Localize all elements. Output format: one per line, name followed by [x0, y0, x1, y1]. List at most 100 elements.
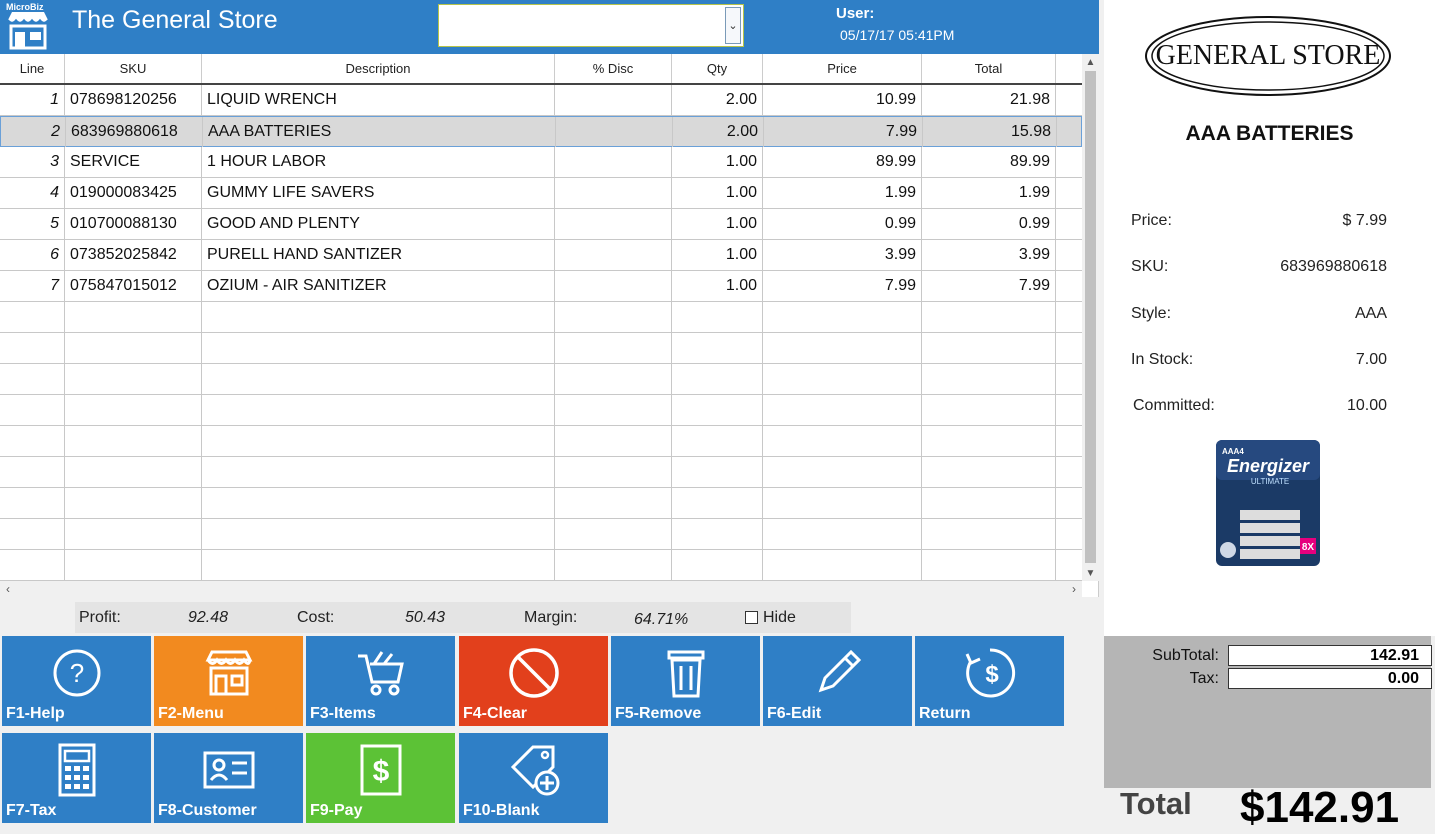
cell-disc[interactable]	[555, 488, 672, 518]
cell-sku[interactable]	[65, 457, 202, 487]
scroll-up-icon[interactable]: ▲	[1082, 54, 1099, 70]
cell-sku[interactable]	[65, 364, 202, 394]
cell-qty[interactable]	[672, 550, 763, 580]
cell-qty[interactable]	[672, 519, 763, 549]
cell-sku[interactable]	[65, 395, 202, 425]
cell-disc[interactable]	[555, 271, 672, 301]
cell-qty[interactable]: 1.00	[672, 271, 763, 301]
cell-sku[interactable]	[65, 550, 202, 580]
f1-help-button[interactable]: ? F1-Help	[2, 636, 151, 726]
cell-disc[interactable]	[555, 457, 672, 487]
cell-description[interactable]: GUMMY LIFE SAVERS	[202, 178, 555, 208]
cell-price[interactable]	[763, 426, 922, 456]
cell-price[interactable]: 1.99	[763, 178, 922, 208]
transaction-grid[interactable]: Line SKU Description % Disc Qty Price To…	[0, 54, 1099, 597]
cell-qty[interactable]	[672, 302, 763, 332]
table-row[interactable]: 4 019000083425 GUMMY LIFE SAVERS 1.00 1.99 1.…	[0, 178, 1082, 209]
cell-description[interactable]: OZIUM - AIR SANITIZER	[202, 271, 555, 301]
empty-table-row[interactable]	[0, 519, 1082, 550]
cell-line[interactable]	[0, 550, 65, 580]
cell-description[interactable]	[202, 333, 555, 363]
cell-total[interactable]	[922, 488, 1056, 518]
cell-total[interactable]	[922, 395, 1056, 425]
cell-description[interactable]	[202, 550, 555, 580]
cell-total[interactable]: 0.99	[922, 209, 1056, 239]
hide-checkbox[interactable]	[745, 611, 758, 624]
column-header-qty[interactable]: Qty	[672, 54, 763, 83]
cell-price[interactable]	[763, 395, 922, 425]
cell-qty[interactable]	[672, 364, 763, 394]
cell-disc[interactable]	[555, 178, 672, 208]
column-header-sku[interactable]: SKU	[65, 54, 202, 83]
table-row[interactable]: 6 073852025842 PURELL HAND SANTIZER 1.00 3.9…	[0, 240, 1082, 271]
cell-description[interactable]	[202, 519, 555, 549]
cell-sku[interactable]: 683969880618	[66, 117, 203, 147]
vertical-scrollbar[interactable]: ▲ ▼	[1082, 54, 1099, 581]
cell-line[interactable]	[0, 488, 65, 518]
f7-tax-button[interactable]: F7-Tax	[2, 733, 151, 823]
cell-total[interactable]: 89.99	[922, 147, 1056, 177]
cell-price[interactable]: 7.99	[763, 271, 922, 301]
cell-sku[interactable]: SERVICE	[65, 147, 202, 177]
cell-total[interactable]	[922, 364, 1056, 394]
table-row[interactable]: 7 075847015012 OZIUM - AIR SANITIZER 1.00 7.…	[0, 271, 1082, 302]
cell-disc[interactable]	[555, 240, 672, 270]
cell-total[interactable]: 1.99	[922, 178, 1056, 208]
cell-sku[interactable]	[65, 302, 202, 332]
cell-description[interactable]	[202, 426, 555, 456]
cell-qty[interactable]	[672, 457, 763, 487]
cell-qty[interactable]	[672, 426, 763, 456]
empty-table-row[interactable]	[0, 550, 1082, 581]
hide-label[interactable]: Hide	[763, 609, 796, 627]
cell-line[interactable]	[0, 333, 65, 363]
cell-qty[interactable]: 2.00	[673, 117, 764, 147]
cell-description[interactable]: AAA BATTERIES	[203, 117, 556, 147]
table-row[interactable]: 1 078698120256 LIQUID WRENCH 2.00 10.99 21.98	[0, 85, 1082, 116]
table-row[interactable]: 5 010700088130 GOOD AND PLENTY 1.00 0.99 0.99	[0, 209, 1082, 240]
cell-qty[interactable]: 2.00	[672, 85, 763, 115]
cell-disc[interactable]	[555, 85, 672, 115]
cell-line[interactable]	[0, 457, 65, 487]
cell-total[interactable]	[922, 550, 1056, 580]
cell-description[interactable]: 1 HOUR LABOR	[202, 147, 555, 177]
cell-total[interactable]: 3.99	[922, 240, 1056, 270]
cell-price[interactable]	[763, 550, 922, 580]
cell-sku[interactable]: 010700088130	[65, 209, 202, 239]
cell-line[interactable]	[0, 395, 65, 425]
f3-items-button[interactable]: F3-Items	[306, 636, 455, 726]
cell-line[interactable]: 4	[0, 178, 65, 208]
cell-price[interactable]	[763, 519, 922, 549]
cell-sku[interactable]: 075847015012	[65, 271, 202, 301]
cell-price[interactable]: 3.99	[763, 240, 922, 270]
cell-total[interactable]	[922, 302, 1056, 332]
cell-description[interactable]	[202, 457, 555, 487]
cell-line[interactable]: 6	[0, 240, 65, 270]
cell-sku[interactable]	[65, 519, 202, 549]
cell-qty[interactable]: 1.00	[672, 147, 763, 177]
empty-table-row[interactable]	[0, 395, 1082, 426]
user-select[interactable]: ⌄	[438, 4, 744, 47]
cell-line[interactable]: 1	[0, 85, 65, 115]
cell-disc[interactable]	[555, 209, 672, 239]
cell-qty[interactable]	[672, 488, 763, 518]
cell-line[interactable]: 2	[1, 117, 66, 147]
cell-disc[interactable]	[556, 117, 673, 147]
cell-disc[interactable]	[555, 147, 672, 177]
f2-menu-button[interactable]: F2-Menu	[154, 636, 303, 726]
column-header-line[interactable]: Line	[0, 54, 65, 83]
scroll-left-icon[interactable]: ‹	[0, 581, 16, 597]
f6-edit-button[interactable]: F6-Edit	[763, 636, 912, 726]
cell-price[interactable]	[763, 457, 922, 487]
cell-total[interactable]: 15.98	[923, 117, 1057, 147]
cell-disc[interactable]	[555, 426, 672, 456]
empty-table-row[interactable]	[0, 333, 1082, 364]
horizontal-scrollbar[interactable]: ‹ ›	[0, 581, 1082, 597]
cell-description[interactable]: GOOD AND PLENTY	[202, 209, 555, 239]
table-row[interactable]: 3 SERVICE 1 HOUR LABOR 1.00 89.99 89.99	[0, 147, 1082, 178]
cell-line[interactable]: 5	[0, 209, 65, 239]
f10-blank-button[interactable]: F10-Blank	[459, 733, 608, 823]
cell-sku[interactable]: 019000083425	[65, 178, 202, 208]
f8-customer-button[interactable]: F8-Customer	[154, 733, 303, 823]
column-header-total[interactable]: Total	[922, 54, 1056, 83]
cell-total[interactable]	[922, 457, 1056, 487]
